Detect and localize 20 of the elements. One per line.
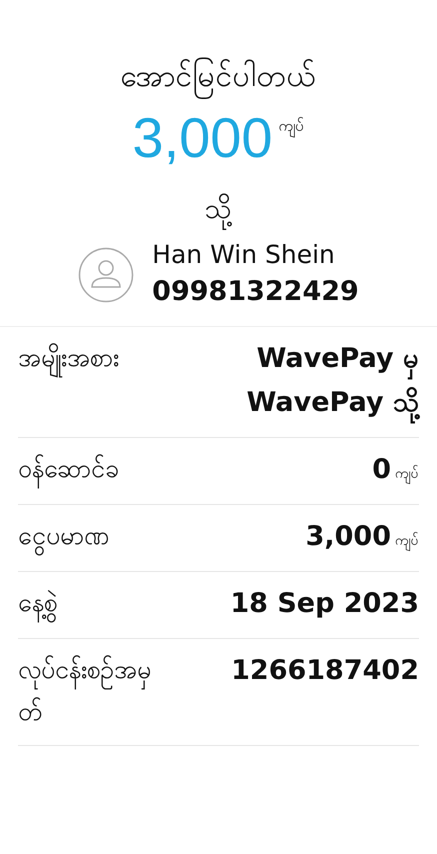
detail-label: ဝန်ဆောင်ခ: [18, 448, 168, 492]
currency-unit: ကျပ်: [278, 116, 305, 138]
currency-unit: ကျပ်: [395, 531, 419, 552]
recipient-phone: 09981322429: [152, 275, 359, 309]
detail-value: 3,000: [306, 520, 391, 554]
detail-label: ငွေပမာဏ: [18, 515, 168, 559]
to-label: သို့: [204, 188, 232, 230]
detail-value: 18 Sep 2023: [230, 587, 419, 621]
avatar-icon: [78, 247, 134, 303]
detail-label: အမျိုးအစား: [18, 337, 168, 425]
amount: 3,000: [132, 106, 273, 170]
currency-unit: ကျပ်: [395, 464, 419, 485]
recipient-name: Han Win Shein: [152, 239, 336, 271]
success-title: အောင်မြင်ပါတယ်: [120, 52, 316, 102]
detail-label: နေ့စွဲ: [18, 582, 168, 626]
detail-value: 1266187402: [231, 654, 419, 688]
detail-value: WavePay သို့: [246, 381, 419, 425]
detail-value: WavePay မှ: [256, 337, 419, 381]
detail-value: 0: [372, 453, 391, 487]
detail-label: လုပ်ငန်းစဉ်အမှတ်: [18, 654, 152, 728]
